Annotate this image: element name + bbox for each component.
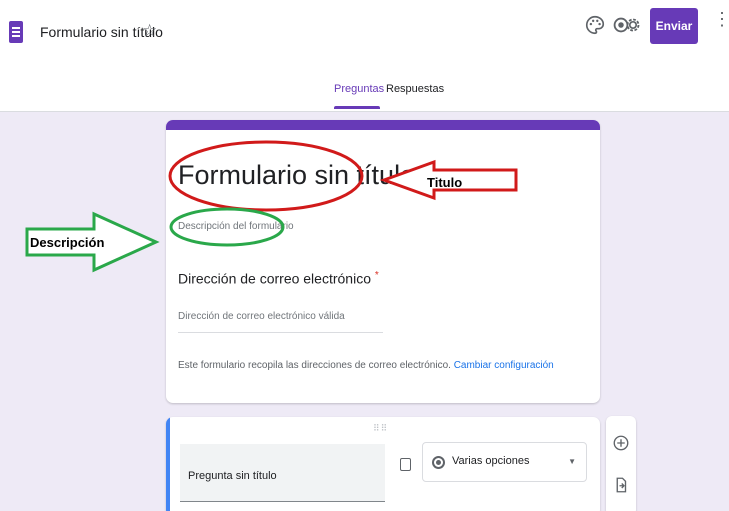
palette-icon[interactable] <box>584 14 606 36</box>
question-title-text: Pregunta sin título <box>188 470 277 482</box>
dropdown-arrow-icon: ▼ <box>568 457 576 466</box>
side-toolbar <box>606 416 636 511</box>
form-description-field[interactable]: Descripción del formulario <box>178 221 294 232</box>
send-button[interactable]: Enviar <box>650 8 698 44</box>
google-forms-icon[interactable] <box>9 21 23 43</box>
active-tab-indicator <box>334 106 380 109</box>
form-title[interactable]: Formulario sin título <box>178 160 415 191</box>
active-question-bar <box>166 417 170 511</box>
collect-email-text: Este formulario recopila las direcciones… <box>178 360 451 371</box>
gear-icon[interactable] <box>622 14 644 36</box>
tab-preguntas[interactable]: Preguntas <box>334 83 384 95</box>
image-icon[interactable] <box>400 458 411 471</box>
question-type-label: Varias opciones <box>452 455 530 467</box>
question-card[interactable]: ⠿⠿ Pregunta sin título Varias opciones ▼ <box>166 417 600 511</box>
top-bar: Formulario sin título ☆ Enviar ⋮ Pregunt… <box>0 0 729 112</box>
more-vert-icon[interactable]: ⋮ <box>713 10 729 28</box>
star-icon[interactable]: ☆ <box>142 21 157 41</box>
collect-email-note: Este formulario recopila las direcciones… <box>178 360 554 371</box>
radio-button-icon <box>432 456 445 469</box>
required-mark: * <box>374 270 379 281</box>
change-settings-link[interactable]: Cambiar configuración <box>454 360 554 371</box>
email-answer-placeholder: Dirección de correo electrónico válida <box>178 311 345 322</box>
add-question-icon[interactable] <box>612 434 630 452</box>
email-question-label: Dirección de correo electrónico <box>178 270 371 287</box>
tab-respuestas[interactable]: Respuestas <box>386 83 444 95</box>
email-answer-underline <box>178 332 383 333</box>
import-questions-icon[interactable] <box>612 476 630 494</box>
card-accent-bar <box>166 120 600 130</box>
question-title-input[interactable]: Pregunta sin título <box>180 444 385 502</box>
question-type-select[interactable]: Varias opciones ▼ <box>422 442 587 482</box>
email-question-title: Dirección de correo electrónico * <box>178 270 379 287</box>
drag-handle-icon[interactable]: ⠿⠿ <box>373 423 388 434</box>
form-header-card: Formulario sin título Descripción del fo… <box>166 120 600 403</box>
